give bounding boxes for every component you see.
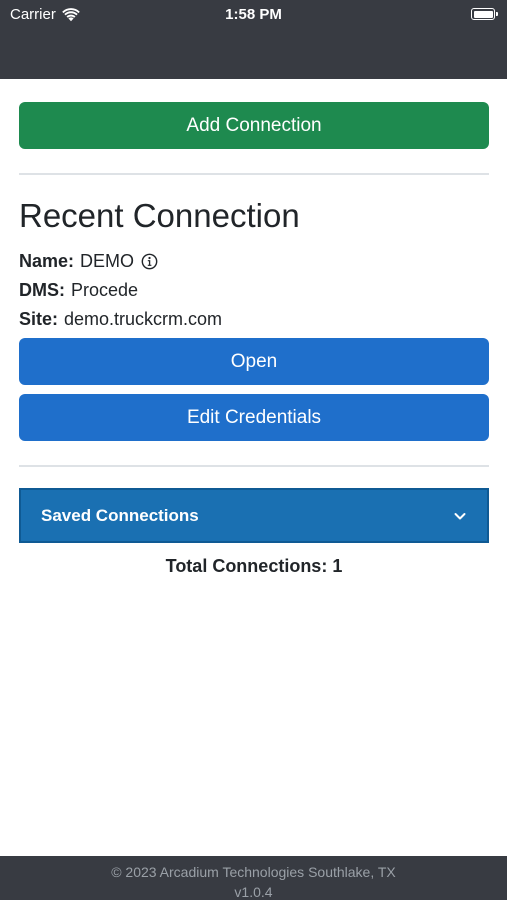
copyright-text: © 2023 Arcadium Technologies Southlake, … bbox=[111, 864, 396, 880]
site-value: demo.truckcrm.com bbox=[64, 309, 223, 329]
dms-label: DMS: bbox=[19, 280, 65, 300]
saved-connections-title: Saved Connections bbox=[41, 505, 199, 525]
name-value: DEMO bbox=[80, 251, 135, 271]
connection-site-row: Site: demo.truckcrm.com bbox=[19, 305, 489, 334]
connection-name-row: Name: DEMO bbox=[19, 247, 489, 276]
battery-icon bbox=[471, 8, 498, 20]
site-label: Site: bbox=[19, 309, 59, 329]
clock: 1:58 PM bbox=[225, 6, 282, 23]
name-label: Name: bbox=[19, 251, 75, 271]
connection-dms-row: DMS: Procede bbox=[19, 276, 489, 305]
info-icon[interactable] bbox=[141, 253, 158, 270]
edit-credentials-button[interactable]: Edit Credentials bbox=[19, 394, 489, 441]
status-row: Carrier 1:58 PM bbox=[0, 4, 507, 24]
status-bar: Carrier 1:58 PM bbox=[0, 0, 507, 79]
chevron-down-icon bbox=[454, 512, 466, 519]
divider bbox=[19, 173, 489, 175]
saved-connections-accordion[interactable]: Saved Connections bbox=[19, 488, 489, 543]
main-content: Add Connection Recent Connection Name: D… bbox=[19, 102, 489, 577]
divider bbox=[19, 465, 489, 467]
total-connections: Total Connections: 1 bbox=[165, 556, 343, 576]
open-button[interactable]: Open bbox=[19, 338, 489, 385]
recent-connection-heading: Recent Connection bbox=[19, 197, 300, 234]
footer: © 2023 Arcadium Technologies Southlake, … bbox=[0, 856, 507, 900]
add-connection-button[interactable]: Add Connection bbox=[19, 102, 489, 149]
version-text: v1.0.4 bbox=[234, 884, 273, 900]
dms-value: Procede bbox=[71, 280, 139, 300]
